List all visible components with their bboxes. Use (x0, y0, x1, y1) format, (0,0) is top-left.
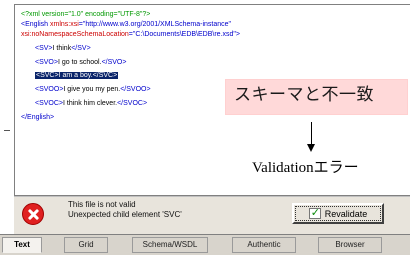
element-text: I am a boy. (58, 72, 93, 79)
markup-token: <SV> (35, 45, 53, 52)
validate-check-icon (308, 206, 321, 219)
element-text: I think (52, 45, 72, 52)
selection-highlight: <SVC>I am a boy.</SVC> (35, 72, 119, 79)
markup-token: </SVC> (92, 72, 118, 79)
error-icon (22, 203, 44, 225)
code-line[interactable]: <English xmlns:xsi="http://www.w3.org/20… (21, 20, 231, 29)
revalidate-button-label: Revalidate (324, 208, 368, 219)
arrow-down-icon (307, 144, 315, 152)
status-message-title: This file is not valid (68, 200, 136, 209)
tab-schema-wsdl[interactable]: Schema/WSDL (132, 237, 208, 253)
status-message-detail: Unexpected child element 'SVC' (68, 210, 182, 219)
markup-token: ="http://www.w3.org/2001/XMLSchema-insta… (78, 21, 232, 28)
markup-token: <SVOC> (35, 100, 64, 107)
tab-authentic[interactable]: Authentic (232, 237, 296, 253)
attribute-name: xmlns:xsi (50, 21, 79, 28)
markup-token: <SVOO> (35, 86, 64, 93)
code-line[interactable]: <SVOO>I give you my pen.</SVOO> (35, 85, 151, 94)
tab-text[interactable]: Text (2, 237, 42, 253)
revalidate-button[interactable]: Revalidate (292, 203, 384, 224)
markup-token: ="C:\Documents\EDB\EDB\re.xsd"> (128, 31, 240, 38)
markup-token: <?xml version="1.0" encoding="UTF-8"?> (21, 11, 151, 18)
code-line[interactable]: <SVO>I go to school.</SVO> (35, 58, 126, 67)
attribute-name: xsi:noNamespaceSchemaLocation (21, 31, 129, 38)
arrow-line (311, 122, 312, 146)
code-line[interactable]: <SV>I think</SV> (35, 44, 91, 53)
validation-error-label: Validationエラー (252, 160, 359, 176)
element-text: I go to school. (57, 59, 102, 66)
code-line[interactable]: xsi:noNamespaceSchemaLocation="C:\Docume… (21, 30, 240, 39)
element-text: I think him clever. (63, 100, 118, 107)
tab-grid[interactable]: Grid (64, 237, 108, 253)
code-line[interactable]: <SVOC>I think him clever.</SVOC> (35, 99, 147, 108)
markup-token: <SVC> (36, 72, 59, 79)
markup-token: </SV> (71, 45, 91, 52)
markup-token: <English (21, 21, 50, 28)
markup-token: <SVO> (35, 59, 58, 66)
markup-token: </English> (21, 114, 55, 121)
element-text: I give you my pen. (63, 86, 121, 93)
code-line[interactable]: <?xml version="1.0" encoding="UTF-8"?> (21, 10, 150, 19)
code-line[interactable]: </English> (21, 113, 54, 122)
markup-token: </SVO> (101, 59, 127, 66)
mismatch-label: スキーマと不一致 (234, 85, 374, 105)
markup-token: </SVOC> (117, 100, 148, 107)
pointer-line (4, 130, 10, 131)
markup-token: </SVOO> (120, 86, 151, 93)
tab-browser[interactable]: Browser (318, 237, 382, 253)
code-line-selected[interactable]: <SVC>I am a boy.</SVC> (35, 71, 119, 80)
